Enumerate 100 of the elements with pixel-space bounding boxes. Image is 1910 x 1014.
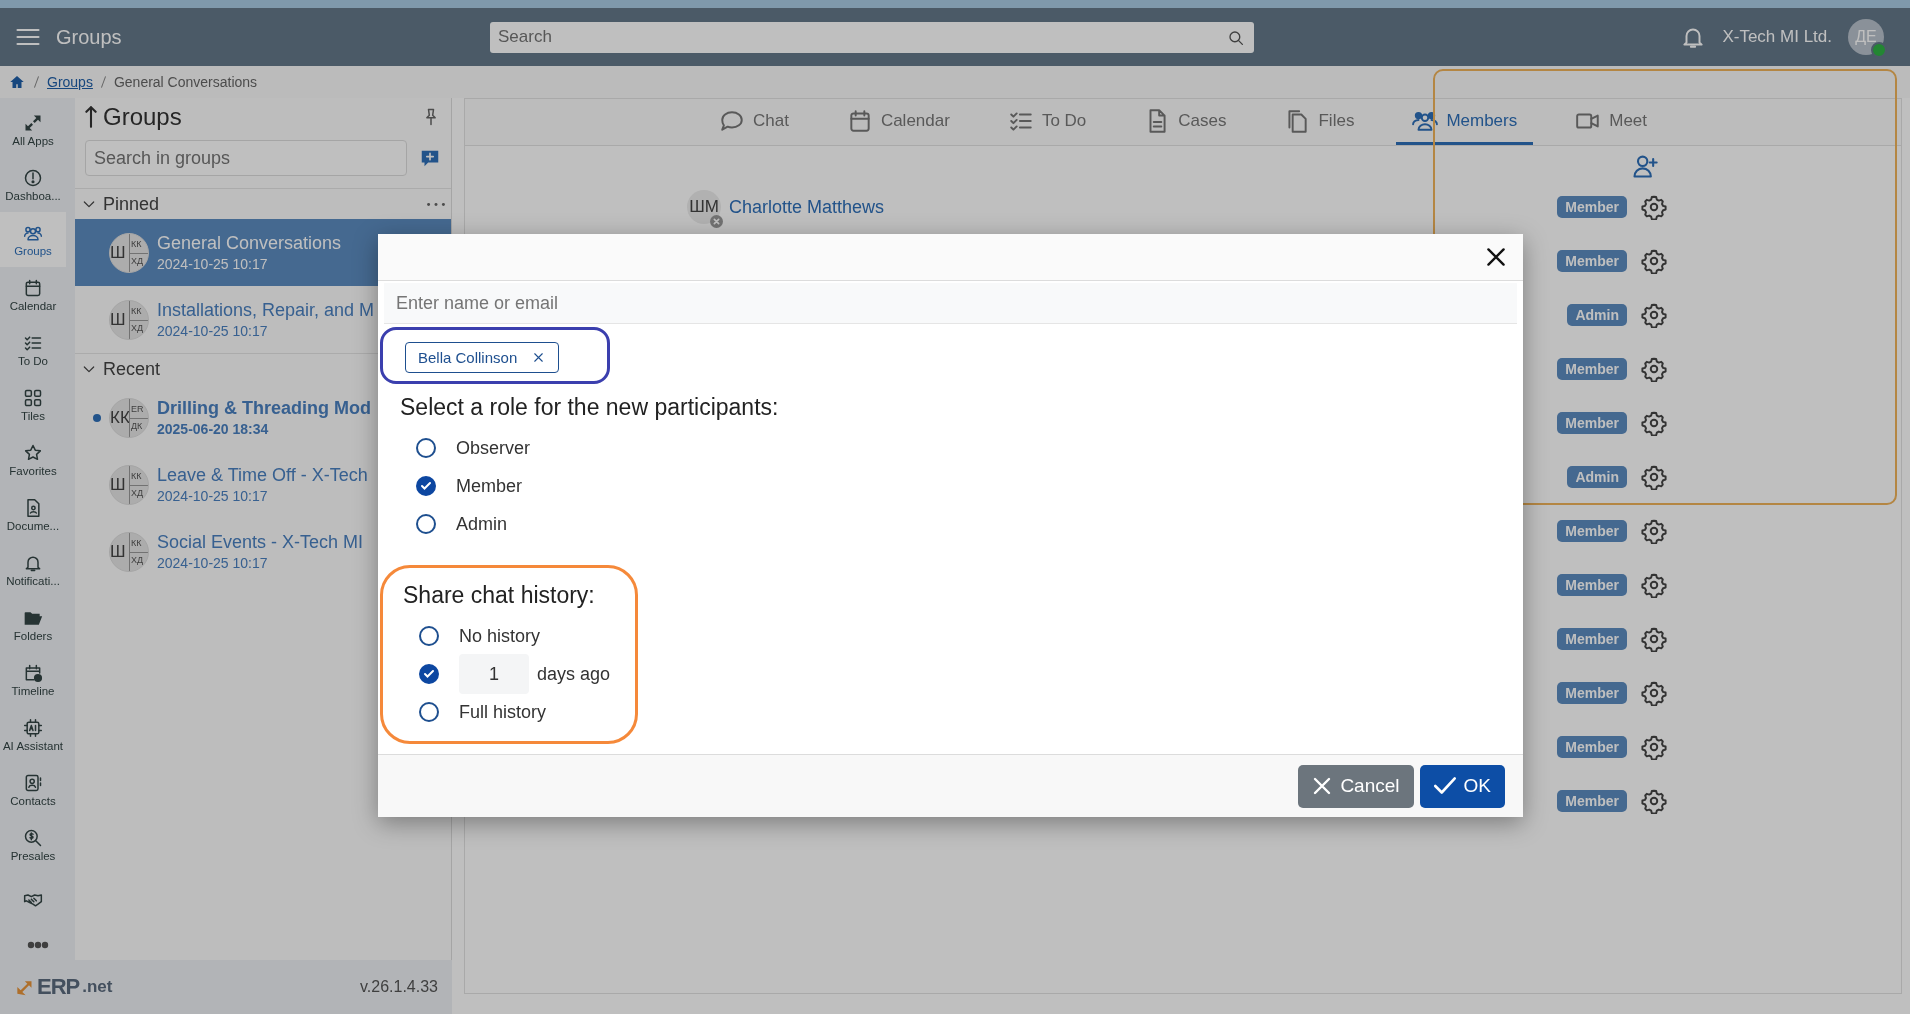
- group-time: 2024-10-25 10:17: [157, 256, 269, 272]
- nav-item[interactable]: Presales: [0, 817, 66, 872]
- ok-button[interactable]: OK: [1419, 764, 1505, 808]
- radio-label[interactable]: No history: [459, 625, 541, 647]
- role-badge: Member: [1557, 682, 1627, 704]
- history-title: Share chat history:: [403, 582, 596, 609]
- name-email-field[interactable]: Enter name or email: [384, 283, 1517, 324]
- cancel-button[interactable]: Cancel: [1298, 764, 1414, 808]
- remove-icon: [710, 215, 723, 228]
- nav-item[interactable]: Favorites: [0, 432, 66, 487]
- role-title: Select a role for the new participants:: [400, 394, 780, 421]
- days-field[interactable]: 1: [459, 654, 529, 694]
- search-field[interactable]: Search: [490, 21, 1254, 53]
- nav-item[interactable]: Contacts: [0, 762, 66, 817]
- nav-item[interactable]: AI Assistant: [0, 707, 66, 762]
- tab[interactable]: Meet: [1559, 99, 1664, 145]
- breadcrumb-item[interactable]: Groups: [47, 74, 93, 90]
- radio-button[interactable]: [416, 514, 436, 534]
- search-icon: [1227, 28, 1245, 47]
- radio-button[interactable]: [419, 664, 439, 684]
- gear-icon: [1641, 302, 1667, 328]
- nav-item[interactable]: To Do: [0, 322, 66, 377]
- nav-item[interactable]: Timeline: [0, 652, 66, 707]
- check-icon: [420, 480, 432, 492]
- tab[interactable]: Cases: [1128, 99, 1243, 145]
- section-title[interactable]: Pinned: [103, 193, 160, 215]
- radio-label[interactable]: days ago: [537, 663, 611, 685]
- member-name[interactable]: Charlotte Matthews: [729, 196, 885, 218]
- nav-item[interactable]: Dashboa...: [0, 157, 66, 212]
- role-badge: Member: [1557, 412, 1627, 434]
- gear-icon: [1641, 464, 1667, 490]
- group-name: Drilling & Threading Mod: [157, 398, 371, 419]
- erp-logo: ERP.net: [14, 974, 113, 1000]
- role-badge: Member: [1557, 736, 1627, 758]
- nav-item[interactable]: Folders: [0, 597, 66, 652]
- panel-title: Groups: [103, 103, 182, 131]
- chip-icon: [23, 717, 43, 738]
- breadcrumb-item: General Conversations: [113, 74, 258, 90]
- contact-card-icon: [23, 772, 43, 793]
- radio-label[interactable]: Observer: [456, 437, 531, 459]
- nav-item[interactable]: Tiles: [0, 377, 66, 432]
- gear-icon: [1641, 788, 1667, 814]
- gauge-icon: [23, 167, 43, 188]
- tiles-icon: [23, 387, 43, 408]
- section-title[interactable]: Recent: [103, 358, 161, 380]
- dollar-search-icon: [23, 827, 43, 848]
- version-label: v.26.1.4.33: [360, 978, 438, 996]
- tab[interactable]: To Do: [991, 99, 1103, 145]
- star-icon: [23, 442, 43, 463]
- company-name[interactable]: X-Tech MI Ltd.: [1722, 27, 1832, 47]
- role-badge: Member: [1557, 574, 1627, 596]
- role-badge: Member: [1557, 196, 1627, 218]
- nav-item[interactable]: All Apps: [0, 102, 66, 157]
- radio-label[interactable]: Full history: [459, 701, 547, 723]
- role-badge: Member: [1557, 628, 1627, 650]
- radio-button[interactable]: [416, 438, 436, 458]
- gear-icon: [1641, 680, 1667, 706]
- group-time: 2025-06-20 18:34: [157, 421, 270, 437]
- group-time: 2024-10-25 10:17: [157, 555, 269, 571]
- group-name: Leave & Time Off - X-Tech: [157, 465, 368, 486]
- radio-label[interactable]: Admin: [456, 513, 508, 535]
- role-badge: Member: [1557, 790, 1627, 812]
- gear-icon: [1641, 194, 1667, 220]
- calendar-icon: [23, 277, 43, 298]
- nav-item[interactable]: Calendar: [0, 267, 66, 322]
- radio-button[interactable]: [416, 476, 436, 496]
- nav-item[interactable]: Notificati...: [0, 542, 66, 597]
- role-badge: Admin: [1567, 304, 1627, 326]
- gear-icon: [1641, 518, 1667, 544]
- role-badge: Admin: [1567, 466, 1627, 488]
- more-icon[interactable]: [427, 201, 445, 207]
- up-arrow-icon: [85, 106, 97, 128]
- role-badge: Member: [1557, 358, 1627, 380]
- radio-label[interactable]: Member: [456, 475, 522, 497]
- nav-item[interactable]: Groups: [0, 212, 66, 267]
- gear-icon: [1641, 410, 1667, 436]
- group-name: Installations, Repair, and M: [157, 300, 375, 321]
- group-time: 2024-10-25 10:17: [157, 323, 269, 339]
- gear-icon: [1641, 734, 1667, 760]
- group-name: General Conversations: [157, 233, 342, 254]
- radio-button[interactable]: [419, 626, 439, 646]
- calendar-person-icon: [23, 662, 43, 683]
- gear-icon: [1641, 626, 1667, 652]
- group-time: 2024-10-25 10:17: [157, 488, 269, 504]
- gear-icon: [1641, 248, 1667, 274]
- tab[interactable]: Files: [1268, 99, 1371, 145]
- tab[interactable]: Members: [1396, 99, 1534, 145]
- gear-icon: [1641, 572, 1667, 598]
- gear-icon: [1641, 356, 1667, 382]
- nav-item[interactable]: Docume...: [0, 487, 66, 542]
- role-badge: Member: [1557, 250, 1627, 272]
- tab[interactable]: Calendar: [830, 99, 966, 145]
- tab[interactable]: Chat: [702, 99, 805, 145]
- home-icon: [8, 73, 26, 91]
- search-field[interactable]: Search in groups: [85, 140, 407, 176]
- role-badge: Member: [1557, 520, 1627, 542]
- radio-button[interactable]: [419, 702, 439, 722]
- person-chip[interactable]: Bella Collinson: [405, 342, 560, 373]
- group-name: Social Events - X-Tech MI: [157, 532, 364, 553]
- check-icon: [423, 668, 435, 680]
